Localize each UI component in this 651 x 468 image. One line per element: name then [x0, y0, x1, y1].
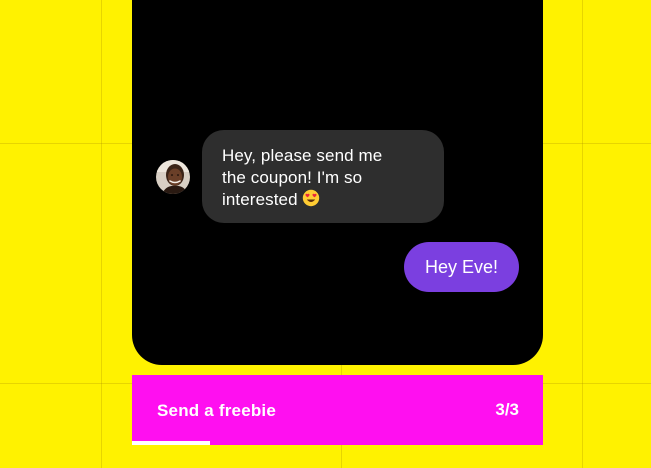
incoming-message-bubble: Hey, please send me the coupon! I'm so i… [202, 130, 444, 223]
contact-avatar[interactable] [156, 160, 190, 194]
send-freebie-label: Send a freebie [157, 401, 277, 420]
incoming-message-line: the coupon! I'm so [222, 168, 363, 187]
outgoing-message-bubble: Hey Eve! [404, 242, 519, 292]
progress-bar [132, 441, 543, 445]
outgoing-message-text: Hey Eve! [424, 257, 499, 277]
avatar-icon [156, 160, 190, 194]
incoming-message-line-text: interested [222, 190, 298, 209]
heart-eyes-emoji-icon [302, 189, 320, 213]
grid-line [582, 0, 583, 468]
send-freebie-button[interactable]: Send a freebie 3/3 [132, 375, 543, 445]
step-counter: 3/3 [495, 400, 519, 419]
grid-line [101, 0, 102, 468]
chat-screen: Hey, please send me the coupon! I'm so i… [132, 0, 543, 365]
progress-bar-fill [132, 441, 211, 445]
incoming-message-line: interested [222, 189, 426, 213]
incoming-message-line: Hey, please send me [222, 146, 383, 165]
